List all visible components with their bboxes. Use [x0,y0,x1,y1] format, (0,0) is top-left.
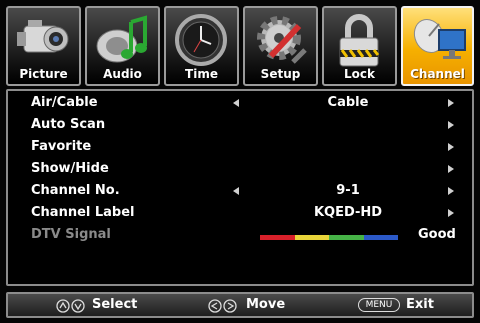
menu-tab-bar: Picture Audio Time Setup Lock Channel [6,6,474,86]
help-bar: Select Move MENU Exit [6,292,474,318]
tab-channel[interactable]: Channel [401,6,474,86]
menu-item-favorite[interactable]: Favorite [8,136,472,158]
left-arrow-icon[interactable] [231,98,241,108]
right-arrow-icon[interactable] [446,142,456,152]
music-note-icon [96,15,147,63]
camcorder-icon [17,20,69,53]
signal-segment [329,235,364,240]
menu-item-label: Favorite [31,139,92,154]
tab-time[interactable]: Time [164,6,239,86]
tab-label: Channel [410,67,465,81]
tab-picture[interactable]: Picture [6,6,81,86]
signal-segment [294,235,329,240]
menu-item-label: Channel No. [31,183,120,198]
menu-item-label: Auto Scan [31,117,106,132]
tab-label: Picture [19,67,68,81]
up-down-keys-icon [56,299,85,313]
right-arrow-icon[interactable] [446,164,456,174]
left-arrow-icon[interactable] [231,186,241,196]
menu-item-channel-no[interactable]: Channel No. 9-1 [8,180,472,202]
menu-item-value: KQED-HD [313,205,383,220]
menu-key-icon: MENU [358,298,400,312]
tab-setup[interactable]: Setup [243,6,318,86]
tab-label: Setup [260,67,301,81]
tab-label: Lock [344,67,375,81]
satellite-dish-icon [413,18,466,59]
menu-item-dtv-signal: DTV Signal Good [8,224,472,246]
tab-audio[interactable]: Audio [85,6,160,86]
right-arrow-icon[interactable] [446,208,456,218]
clock-icon [175,14,227,66]
signal-quality-value: Good [418,227,456,242]
menu-item-label: Show/Hide [31,161,109,176]
menu-item-show-hide[interactable]: Show/Hide [8,158,472,180]
tab-lock[interactable]: Lock [322,6,397,86]
right-arrow-icon[interactable] [446,120,456,130]
tab-label: Audio [103,67,142,81]
help-exit-label: Exit [406,297,434,312]
gear-wrench-icon [257,16,307,64]
menu-item-channel-label[interactable]: Channel Label KQED-HD [8,202,472,224]
padlock-icon [339,14,380,67]
menu-item-value: 9-1 [336,183,360,198]
signal-segment [363,235,398,240]
left-right-keys-icon [208,299,237,313]
tv-osd-screen: Picture Audio Time Setup Lock Channel Ai… [0,0,480,323]
tab-label: Time [185,67,218,81]
signal-strength-bar [260,235,398,240]
channel-menu-panel: Air/Cable Cable Auto Scan Favorite Show/… [6,89,474,286]
menu-item-label: Air/Cable [31,95,98,110]
menu-item-label: DTV Signal [31,227,111,242]
signal-segment [260,235,295,240]
right-arrow-icon[interactable] [446,186,456,196]
menu-item-auto-scan[interactable]: Auto Scan [8,114,472,136]
menu-item-label: Channel Label [31,205,135,220]
help-select-label: Select [92,297,138,312]
right-arrow-icon[interactable] [446,98,456,108]
menu-item-air-cable[interactable]: Air/Cable Cable [8,92,472,114]
menu-item-value: Cable [327,95,369,110]
help-move-label: Move [246,297,286,312]
